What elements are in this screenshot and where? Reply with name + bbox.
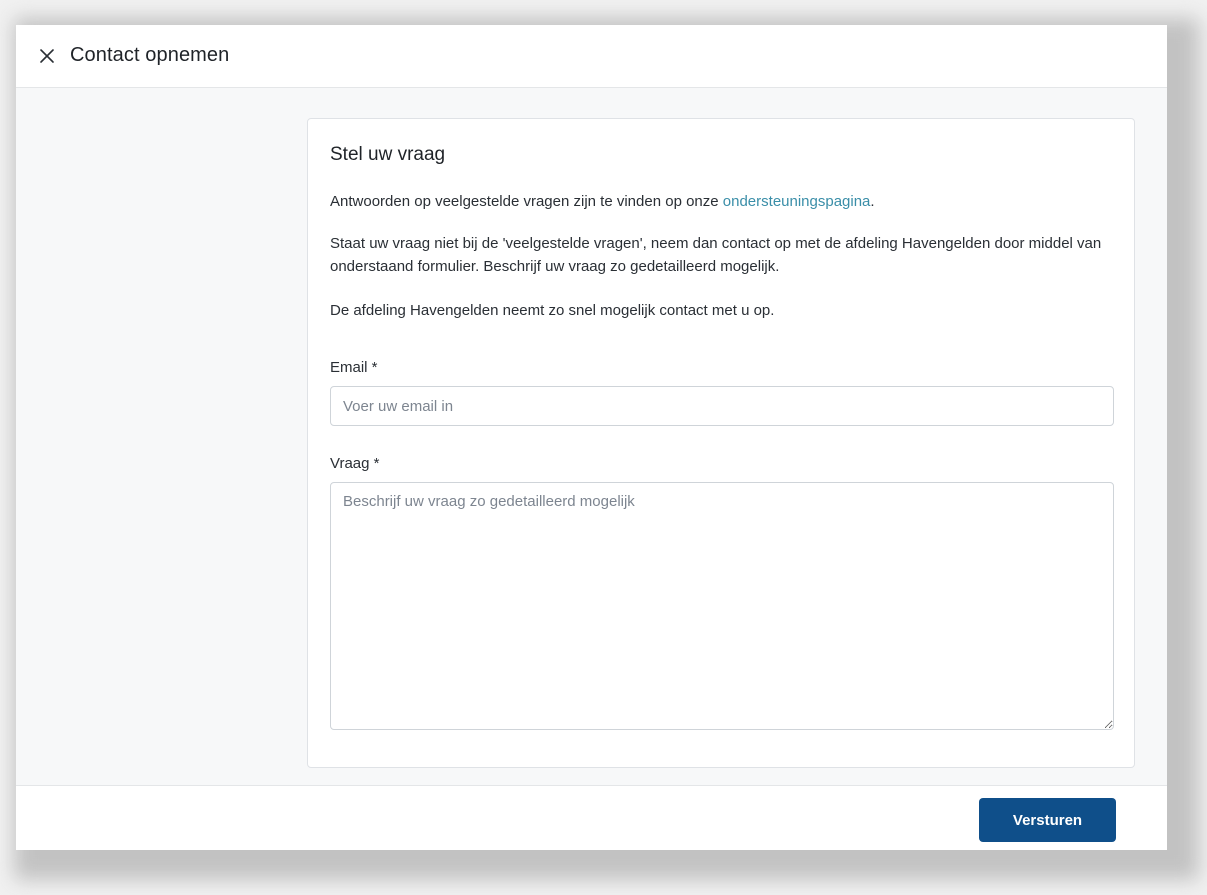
- question-label: Vraag *: [330, 455, 380, 472]
- dialog-title: Contact opnemen: [70, 44, 230, 66]
- intro-text: Antwoorden op veelgestelde vragen zijn t…: [330, 193, 723, 210]
- intro-paragraph: Antwoorden op veelgestelde vragen zijn t…: [330, 190, 1120, 213]
- support-page-link[interactable]: ondersteuningspagina: [723, 193, 871, 210]
- screenshot-stage: Contact opnemen Stel uw vraag Antwoorden…: [0, 0, 1207, 895]
- close-icon: [36, 45, 58, 67]
- card-title: Stel uw vraag: [330, 144, 446, 165]
- instructions-paragraph: Staat uw vraag niet bij de 'veelgestelde…: [330, 235, 1102, 275]
- submit-button[interactable]: Versturen: [979, 798, 1116, 842]
- question-textarea[interactable]: [330, 482, 1114, 730]
- email-label: Email *: [330, 359, 378, 376]
- dialog-footer: Versturen: [16, 785, 1167, 850]
- dialog-header: Contact opnemen: [16, 25, 1167, 88]
- intro-text-end: .: [870, 193, 875, 210]
- question-card: Stel uw vraag Antwoorden op veelgestelde…: [307, 118, 1135, 768]
- close-button[interactable]: [36, 45, 58, 67]
- email-input[interactable]: [330, 386, 1114, 426]
- contact-dialog: Contact opnemen Stel uw vraag Antwoorden…: [16, 25, 1167, 850]
- response-notice-paragraph: De afdeling Havengelden neemt zo snel mo…: [330, 302, 775, 319]
